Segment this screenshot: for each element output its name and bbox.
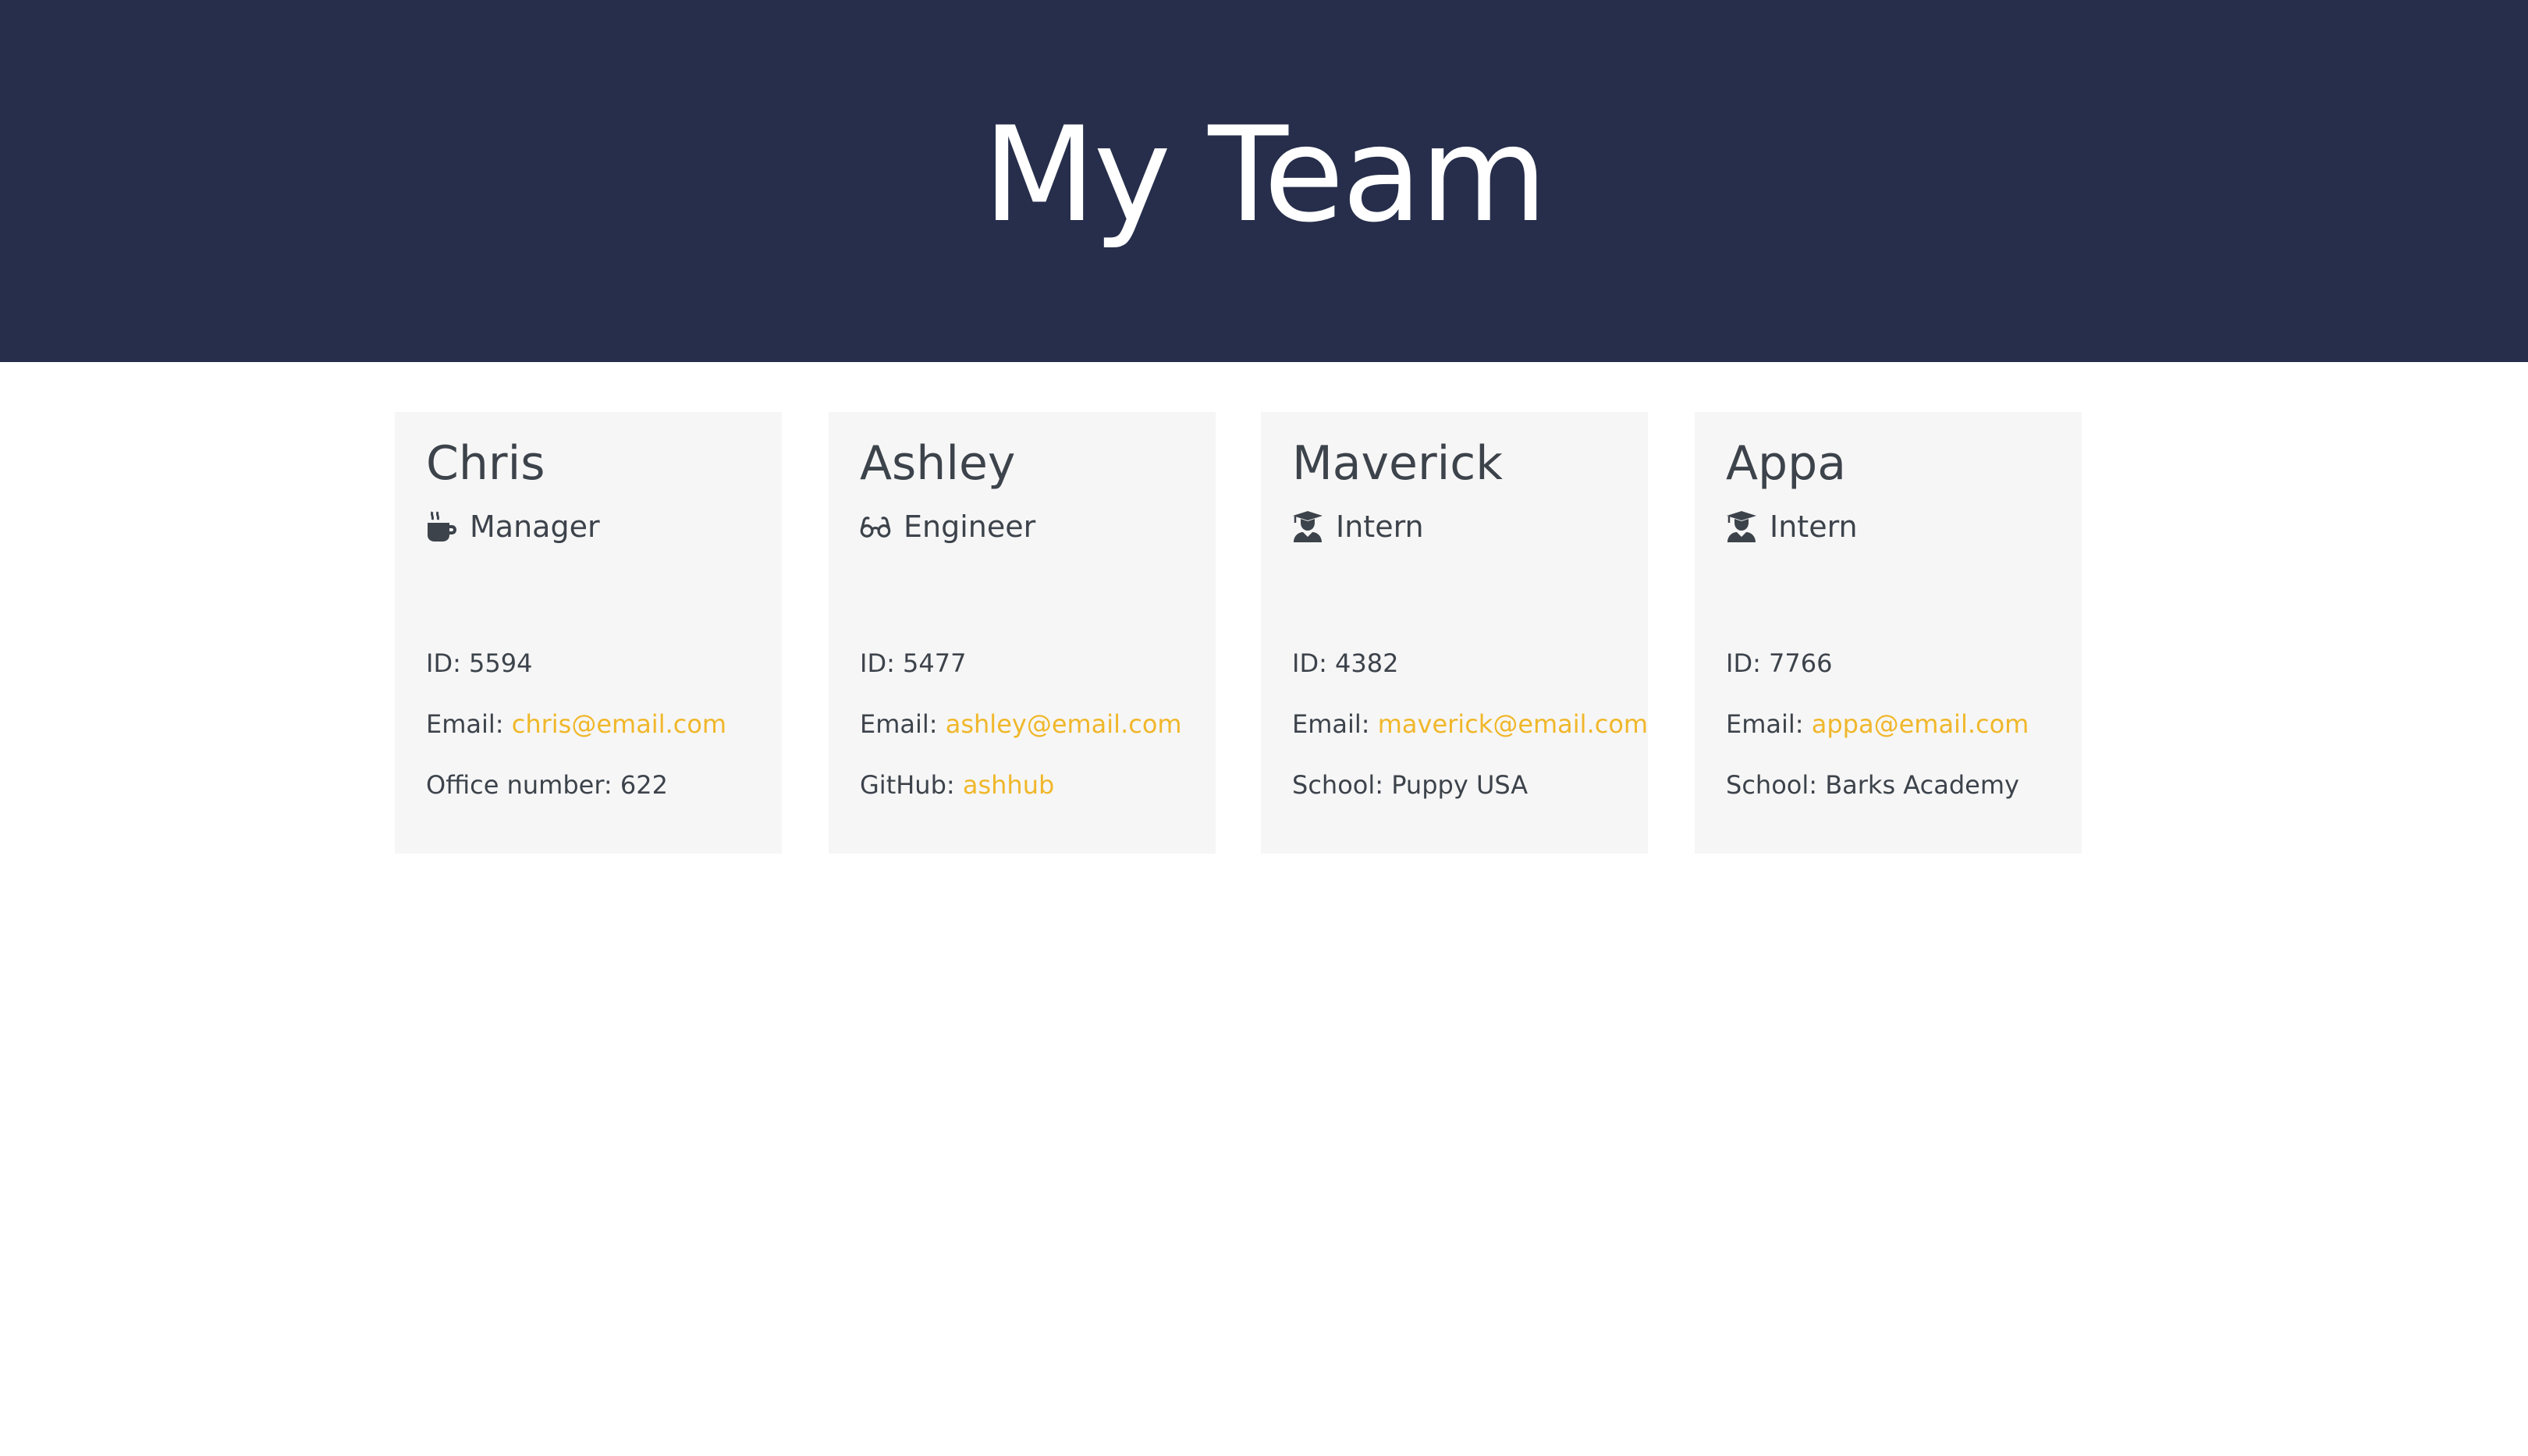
employee-name: Chris	[426, 436, 545, 491]
employee-email: Email: chris@email.com	[426, 709, 727, 739]
employee-role: Manager	[426, 507, 600, 546]
employee-id: ID: 4382	[1292, 648, 1399, 678]
graduate-icon	[1292, 510, 1323, 543]
github-link[interactable]: ashhub	[963, 770, 1054, 800]
employee-role: Engineer	[860, 507, 1035, 546]
team-cards: Chris Manager ID: 5594 Email: chris@emai…	[0, 362, 2528, 1456]
role-label: Intern	[1336, 510, 1424, 544]
employee-school: School: Barks Academy	[1726, 770, 2019, 800]
page-header: My Team	[0, 0, 2528, 362]
role-label: Manager	[470, 510, 600, 544]
employee-github: GitHub: ashhub	[860, 770, 1055, 800]
employee-school: School: Puppy USA	[1292, 770, 1529, 800]
email-link[interactable]: appa@email.com	[1812, 709, 2029, 739]
employee-card: Ashley Engineer ID: 5477 Email: ashley@e…	[829, 412, 1216, 854]
glasses-icon	[860, 510, 891, 543]
employee-role: Intern	[1292, 507, 1424, 546]
employee-name: Maverick	[1292, 436, 1504, 491]
email-link[interactable]: maverick@email.com	[1378, 709, 1648, 739]
employee-email: Email: ashley@email.com	[860, 709, 1182, 739]
employee-email: Email: appa@email.com	[1726, 709, 2029, 739]
role-label: Engineer	[904, 510, 1036, 544]
employee-name: Ashley	[860, 436, 1016, 491]
employee-id: ID: 7766	[1726, 648, 1833, 678]
email-link[interactable]: chris@email.com	[512, 709, 726, 739]
page-title: My Team	[982, 98, 1548, 251]
employee-name: Appa	[1726, 436, 1846, 491]
employee-id: ID: 5594	[426, 648, 533, 678]
coffee-mug-icon	[426, 510, 457, 543]
employee-card: Chris Manager ID: 5594 Email: chris@emai…	[395, 412, 782, 854]
employee-card: Appa Intern ID: 7766 Email: appa@email.c…	[1695, 412, 2082, 854]
email-link[interactable]: ashley@email.com	[946, 709, 1182, 739]
role-label: Intern	[1770, 510, 1858, 544]
employee-role: Intern	[1726, 507, 1858, 546]
employee-email: Email: maverick@email.com	[1292, 709, 1649, 739]
employee-card: Maverick Intern ID: 4382 Email: maverick…	[1261, 412, 1648, 854]
employee-id: ID: 5477	[860, 648, 967, 678]
graduate-icon	[1726, 510, 1757, 543]
employee-office-number: Office number: 622	[426, 770, 668, 800]
